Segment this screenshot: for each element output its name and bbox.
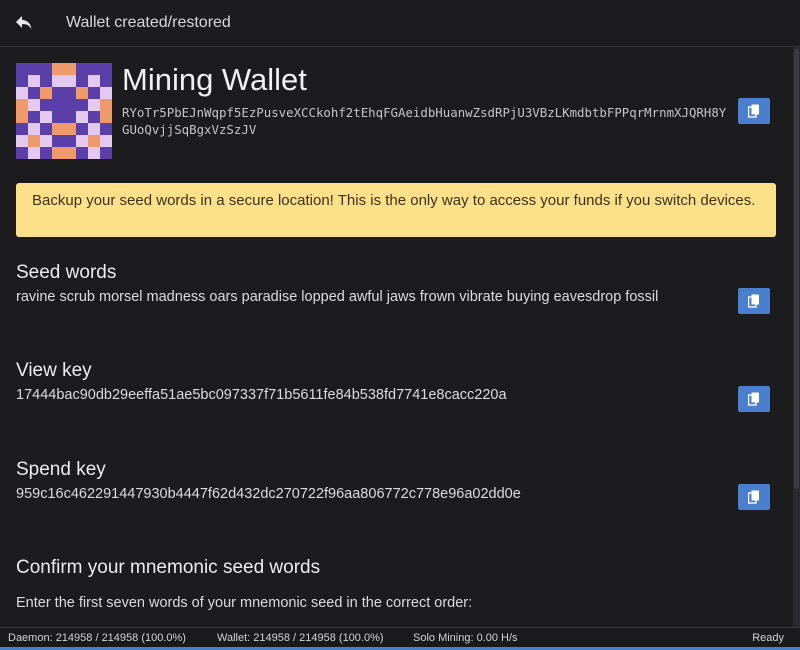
header: Wallet created/restored <box>0 0 800 47</box>
wallet-sync-status: Wallet: 214958 / 214958 (100.0%) <box>217 632 384 644</box>
copy-address-button[interactable] <box>738 98 770 124</box>
status-bar: Daemon: 214958 / 214958 (100.0%) Wallet:… <box>0 627 800 650</box>
wallet-address: RYoTr5PbEJnWqpf5EzPusveXCCkohf2tEhqFGAei… <box>122 105 727 137</box>
view-key-value: 17444bac90db29eeffa51ae5bc097337f71b5611… <box>16 387 507 403</box>
view-key-title: View key <box>16 360 92 381</box>
page-title: Wallet created/restored <box>66 14 231 31</box>
mining-status: Solo Mining: 0.00 H/s <box>413 632 518 644</box>
copy-spend-key-button[interactable] <box>738 484 770 510</box>
ready-status: Ready <box>752 632 784 644</box>
wallet-identicon <box>16 63 112 159</box>
copy-icon <box>748 294 759 308</box>
copy-icon <box>748 392 759 406</box>
seed-words-title: Seed words <box>16 262 117 283</box>
back-button[interactable] <box>10 9 38 37</box>
confirm-seed-title: Confirm your mnemonic seed words <box>16 557 321 578</box>
confirm-seed-instructions: Enter the first seven words of your mnem… <box>16 595 473 611</box>
spend-key-title: Spend key <box>16 459 106 480</box>
wallet-name: Mining Wallet <box>122 62 307 97</box>
scrollbar-thumb[interactable] <box>794 49 799 489</box>
copy-seed-button[interactable] <box>738 288 770 314</box>
copy-icon <box>748 490 759 504</box>
daemon-status: Daemon: 214958 / 214958 (100.0%) <box>8 632 186 644</box>
spend-key-value: 959c16c462291447930b4447f62d432dc270722f… <box>16 486 521 502</box>
copy-view-key-button[interactable] <box>738 386 770 412</box>
backup-warning-banner: Backup your seed words in a secure locat… <box>16 183 776 237</box>
seed-words-value: ravine scrub morsel madness oars paradis… <box>16 289 659 305</box>
scrollbar[interactable] <box>793 47 800 627</box>
copy-icon <box>748 104 759 118</box>
reply-arrow-icon <box>16 16 32 29</box>
